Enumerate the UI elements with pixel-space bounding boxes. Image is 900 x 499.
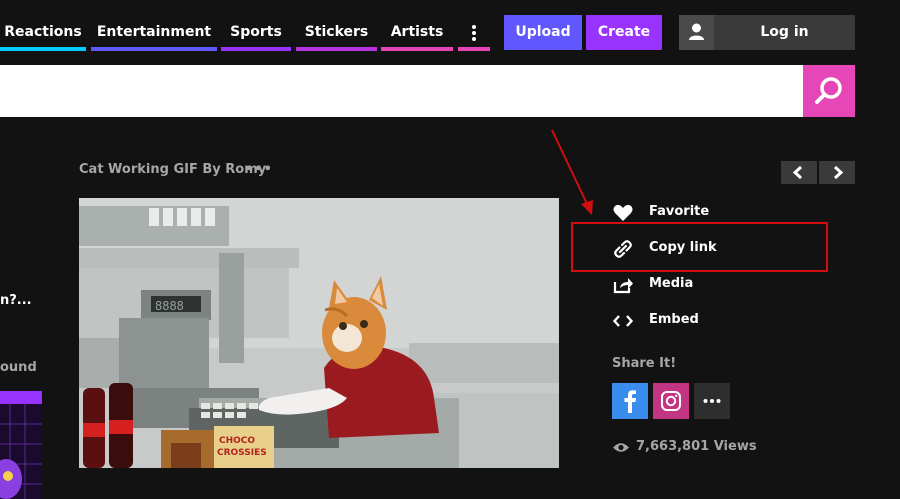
create-button[interactable]: Create	[586, 15, 662, 50]
left-item-bar	[0, 391, 42, 404]
left-thumbnail[interactable]	[0, 404, 42, 499]
user-icon	[679, 15, 714, 50]
facebook-icon	[624, 390, 636, 413]
upload-button[interactable]: Upload	[504, 15, 582, 50]
facebook-share-button[interactable]	[612, 383, 648, 419]
nav-more-button[interactable]	[458, 14, 490, 51]
annotation-highlight-box	[571, 222, 828, 272]
prev-gif-button[interactable]	[781, 161, 817, 184]
nav-underline	[91, 47, 217, 51]
nav-item-reactions[interactable]: Reactions	[0, 14, 86, 51]
annotation-arrow	[551, 129, 593, 215]
instagram-icon	[661, 391, 681, 411]
gif-image[interactable]: 8888 CHOCO CROSSIES	[79, 198, 559, 468]
nav-underline	[221, 47, 291, 51]
login-button[interactable]: Log in	[679, 15, 855, 50]
nav-underline	[458, 47, 490, 51]
search-button[interactable]	[803, 65, 855, 117]
left-item-title[interactable]: ound	[0, 360, 37, 375]
nav-item-stickers[interactable]: Stickers	[296, 14, 377, 51]
gif-title: Cat Working GIF By Romy	[79, 162, 267, 177]
nav-item-label: Entertainment	[96, 24, 212, 40]
favorite-label: Favorite	[649, 204, 710, 219]
heart-icon	[612, 203, 634, 223]
share-title: Share It!	[612, 356, 677, 371]
svg-text:8888: 8888	[155, 299, 184, 313]
nav-underline	[381, 47, 453, 51]
view-count-label: 7,663,801 Views	[636, 439, 757, 454]
more-share-button[interactable]	[694, 383, 730, 419]
nav-item-label: Artists	[390, 24, 444, 40]
nav-item-entertainment[interactable]: Entertainment	[91, 14, 217, 51]
login-label: Log in	[760, 24, 809, 40]
search-input[interactable]	[0, 65, 803, 117]
share-arrow-icon	[612, 275, 634, 295]
nav-item-sports[interactable]: Sports	[221, 14, 291, 51]
nav-item-label: Sports	[230, 24, 282, 40]
eye-icon	[613, 443, 629, 452]
media-label: Media	[649, 276, 694, 291]
more-vertical-icon	[472, 25, 476, 43]
code-brackets-icon	[612, 311, 634, 331]
next-gif-button[interactable]	[819, 161, 855, 184]
left-item-title[interactable]: n?...	[0, 293, 32, 308]
gif-more-options[interactable]: •••	[245, 162, 273, 177]
chevron-right-icon	[833, 165, 844, 180]
instagram-share-button[interactable]	[653, 383, 689, 419]
svg-text:CROSSIES: CROSSIES	[217, 448, 267, 458]
nav-underline	[0, 47, 86, 51]
search-icon	[815, 77, 842, 104]
more-horizontal-icon	[703, 399, 721, 403]
svg-text:CHOCO: CHOCO	[219, 436, 255, 446]
nav-item-label: Reactions	[4, 24, 82, 40]
nav-item-label: Stickers	[304, 24, 369, 40]
nav-item-artists[interactable]: Artists	[381, 14, 453, 51]
embed-label: Embed	[649, 312, 699, 327]
nav-underline	[296, 47, 377, 51]
chevron-left-icon	[792, 165, 803, 180]
